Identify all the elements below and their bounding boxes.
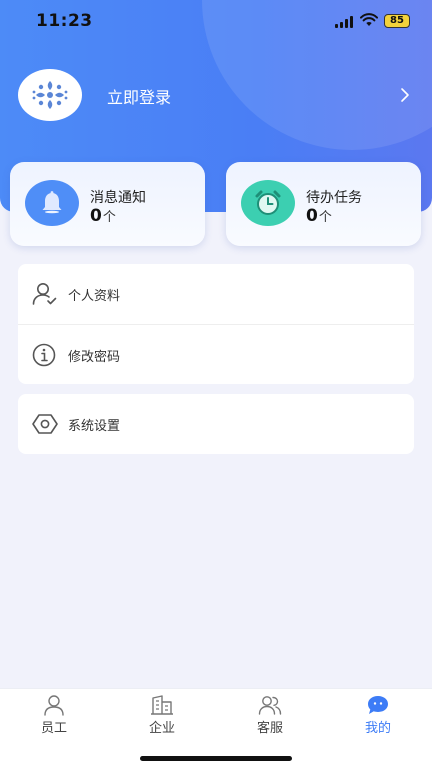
people-icon — [258, 696, 282, 715]
menu-item-profile-label: 个人资料 — [68, 289, 121, 304]
tab-mine-label: 我的 — [364, 721, 391, 736]
battery-icon: 85 — [384, 14, 410, 28]
user-check-icon — [32, 283, 57, 305]
tab-customer-service[interactable]: 客服 — [216, 689, 324, 739]
wifi-icon — [360, 13, 378, 26]
menu-item-change-password-label: 修改密码 — [68, 350, 121, 365]
notifications-count-value: 0 — [90, 206, 102, 226]
chat-bubble-icon — [368, 696, 388, 714]
settings-menu-panel: 系统设置 — [18, 394, 414, 454]
signal-icon — [335, 16, 355, 28]
bell-icon — [42, 191, 62, 214]
building-icon — [151, 695, 173, 715]
tab-customer-service-label: 客服 — [256, 721, 283, 736]
chevron-right-icon[interactable] — [398, 86, 412, 104]
menu-item-profile[interactable]: 个人资料 — [18, 264, 414, 324]
status-bar: 11:23 85 — [0, 0, 432, 44]
info-icon — [32, 343, 56, 367]
todo-count: 0个 — [306, 206, 332, 226]
person-icon — [44, 695, 64, 716]
clock-circle — [241, 180, 295, 226]
avatar[interactable] — [18, 69, 82, 121]
notifications-card[interactable]: 消息通知 0个 — [10, 162, 205, 246]
account-menu-panel: 个人资料 修改密码 — [18, 264, 414, 384]
status-time: 11:23 — [36, 11, 93, 31]
notifications-count: 0个 — [90, 206, 116, 226]
tab-employees-label: 员工 — [40, 721, 67, 736]
logo-icon — [32, 81, 68, 109]
login-link[interactable]: 立即登录 — [107, 84, 171, 108]
menu-item-change-password[interactable]: 修改密码 — [18, 324, 414, 384]
alarm-clock-icon — [255, 190, 281, 215]
todo-count-value: 0 — [306, 206, 318, 226]
notifications-count-unit: 个 — [102, 210, 116, 225]
tab-mine[interactable]: 我的 — [324, 689, 432, 739]
tab-employees[interactable]: 员工 — [0, 689, 108, 739]
menu-item-system-settings[interactable]: 系统设置 — [18, 394, 414, 454]
tab-enterprise-label: 企业 — [148, 721, 175, 736]
hexagon-settings-icon — [32, 414, 58, 434]
todo-count-unit: 个 — [318, 210, 332, 225]
notifications-title: 消息通知 — [90, 190, 146, 206]
bell-circle — [25, 180, 79, 226]
todo-card[interactable]: 待办任务 0个 — [226, 162, 421, 246]
menu-item-system-settings-label: 系统设置 — [68, 419, 121, 434]
todo-title: 待办任务 — [306, 190, 362, 206]
tab-enterprise[interactable]: 企业 — [108, 689, 216, 739]
home-indicator — [140, 756, 292, 761]
